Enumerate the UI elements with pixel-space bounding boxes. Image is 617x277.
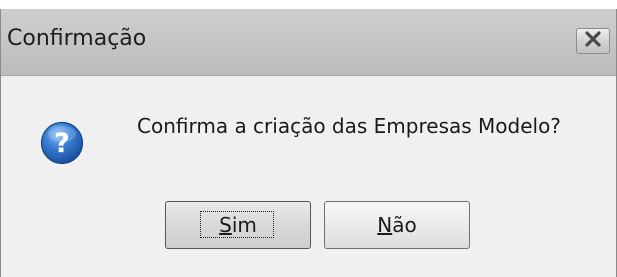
yes-button[interactable]: Sim <box>165 201 311 249</box>
no-button[interactable]: Não <box>324 201 470 249</box>
svg-text:?: ? <box>54 128 70 159</box>
dialog-message: Confirma a criação das Empresas Modelo? <box>137 114 561 138</box>
question-icon: ? <box>40 121 84 165</box>
close-icon <box>584 31 602 51</box>
dialog-title: Confirmação <box>7 26 147 51</box>
title-bar[interactable]: Confirmação <box>1 9 616 76</box>
focus-indicator <box>200 211 274 238</box>
close-button[interactable] <box>576 28 610 54</box>
confirmation-dialog: Confirmação ? Confirma a criação das Emp… <box>0 9 617 277</box>
no-button-label: Não <box>377 213 417 237</box>
dialog-body: ? Confirma a criação das Empresas Modelo… <box>1 76 616 277</box>
